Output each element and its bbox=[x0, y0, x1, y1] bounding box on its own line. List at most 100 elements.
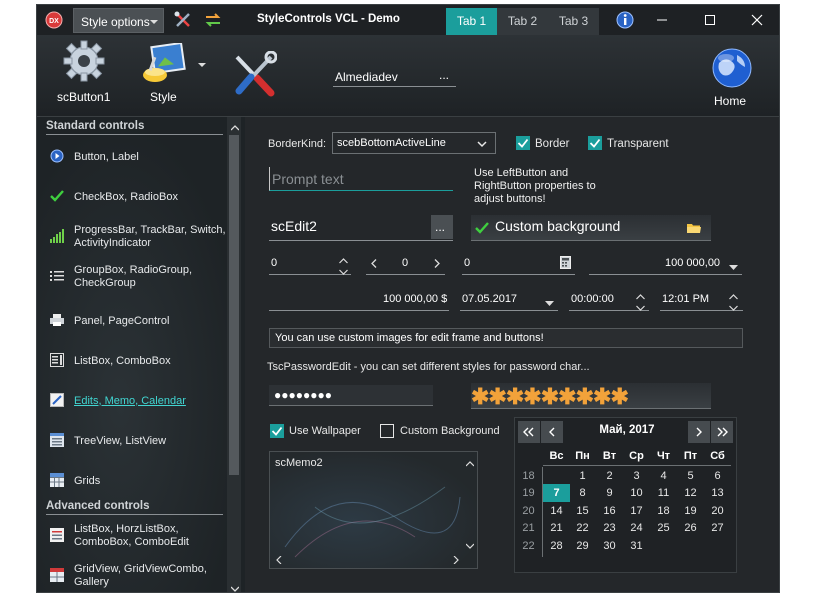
sidebar-item-listbox-advanced[interactable]: ListBox, HorzListBox, ComboBox, ComboEdi… bbox=[45, 520, 225, 552]
calendar-day[interactable]: 16 bbox=[596, 502, 623, 520]
calculator-icon[interactable] bbox=[560, 256, 571, 272]
spin-edit-2[interactable]: 0 bbox=[366, 254, 445, 275]
chevron-right-icon[interactable] bbox=[434, 259, 440, 271]
calendar-day[interactable]: 28 bbox=[543, 537, 570, 555]
scedit2-input[interactable]: scEdit2 ... bbox=[269, 215, 453, 241]
sidebar-item-button-label[interactable]: Button, Label bbox=[45, 141, 225, 173]
calendar-day[interactable]: 9 bbox=[596, 484, 623, 502]
spin-down-icon[interactable] bbox=[339, 266, 348, 278]
custom-background-input[interactable]: Custom background bbox=[471, 215, 711, 241]
scbutton1-button[interactable]: scButton1 bbox=[57, 39, 113, 105]
time-edit-2[interactable]: 12:01 PM bbox=[660, 290, 743, 311]
sidebar-item-grids[interactable]: Grids bbox=[45, 465, 225, 497]
sidebar-item-edits-memo-calendar[interactable]: Edits, Memo, Calendar bbox=[45, 385, 225, 417]
sidebar-item-groupbox[interactable]: GroupBox, RadioGroup, CheckGroup bbox=[45, 261, 225, 293]
custom-images-edit[interactable]: You can use custom images for edit frame… bbox=[269, 328, 743, 348]
calculator-edit[interactable]: 0 bbox=[462, 254, 575, 275]
home-button[interactable]: Home bbox=[709, 39, 755, 111]
sidebar-scrollbar-thumb[interactable] bbox=[229, 135, 239, 475]
calendar-next-month-button[interactable] bbox=[688, 421, 710, 443]
scmemo2[interactable]: scMemo2 bbox=[269, 451, 478, 569]
custom-background-checkbox[interactable] bbox=[380, 424, 394, 438]
chevron-left-icon[interactable] bbox=[371, 259, 377, 271]
calendar-day[interactable]: 8 bbox=[569, 484, 596, 502]
calendar-day[interactable]: 30 bbox=[596, 537, 623, 555]
spin-down-icon[interactable] bbox=[729, 302, 738, 314]
style-button[interactable]: Style bbox=[137, 39, 211, 105]
calendar-day[interactable]: 31 bbox=[623, 537, 650, 555]
month-calendar[interactable]: Май, 2017 Вс Пн Вт Ср Чт Пт Сб 18 1 2 3 4 5 6 19 7 8 9 10 1… bbox=[514, 417, 737, 573]
scroll-up-icon[interactable] bbox=[230, 122, 240, 134]
sidebar-item-progressbar[interactable]: ProgressBar, TrackBar, Switch, ActivityI… bbox=[45, 221, 226, 253]
calendar-day[interactable]: 11 bbox=[650, 484, 677, 502]
style-options-dropdown[interactable]: Style options bbox=[73, 8, 164, 33]
calendar-day[interactable]: 27 bbox=[704, 519, 731, 537]
sidebar-item-panel[interactable]: Panel, PageControl bbox=[45, 305, 225, 337]
tab-1[interactable]: Tab 1 bbox=[446, 8, 497, 35]
scedit2-ellipsis-button[interactable]: ... bbox=[431, 215, 453, 239]
maximize-icon[interactable] bbox=[701, 11, 719, 29]
calendar-day[interactable]: 13 bbox=[704, 484, 731, 502]
time-edit-1[interactable]: 00:00:00 bbox=[569, 290, 649, 311]
calendar-day[interactable]: 5 bbox=[677, 467, 704, 485]
spin-down-icon[interactable] bbox=[636, 302, 645, 314]
calendar-day[interactable]: 20 bbox=[704, 502, 731, 520]
calendar-month-title[interactable]: Май, 2017 bbox=[567, 424, 687, 436]
almediadev-edit[interactable]: Almediadev ... bbox=[333, 68, 456, 87]
border-checkbox[interactable] bbox=[516, 136, 530, 150]
calendar-day[interactable]: 15 bbox=[569, 502, 596, 520]
date-edit[interactable]: 07.05.2017 bbox=[460, 290, 558, 311]
info-icon[interactable] bbox=[614, 9, 636, 31]
calendar-day-today[interactable]: 7 bbox=[543, 484, 570, 503]
transparent-checkbox[interactable] bbox=[588, 136, 602, 150]
calendar-day[interactable]: 4 bbox=[650, 467, 677, 485]
sidebar-item-treeview[interactable]: TreeView, ListView bbox=[45, 425, 225, 457]
money-edit[interactable]: 100 000,00 $ bbox=[269, 290, 449, 311]
borderkind-combobox[interactable]: scebBottomActiveLine bbox=[332, 132, 496, 154]
close-icon[interactable] bbox=[748, 11, 766, 29]
calendar-day[interactable]: 12 bbox=[677, 484, 704, 502]
scroll-down-icon[interactable] bbox=[465, 540, 475, 552]
calendar-day[interactable]: 26 bbox=[677, 519, 704, 537]
calendar-day[interactable]: 14 bbox=[543, 502, 570, 520]
calendar-day[interactable]: 22 bbox=[569, 519, 596, 537]
edit-ellipsis-button[interactable]: ... bbox=[439, 68, 449, 82]
calendar-next-year-button[interactable] bbox=[711, 421, 733, 443]
calendar-day[interactable]: 29 bbox=[569, 537, 596, 555]
minimize-icon[interactable] bbox=[653, 11, 671, 29]
calendar-day[interactable]: 6 bbox=[704, 467, 731, 485]
use-wallpaper-checkbox[interactable] bbox=[270, 424, 284, 438]
sidebar-item-listbox[interactable]: ListBox, ComboBox bbox=[45, 345, 225, 377]
calendar-day[interactable]: 18 bbox=[650, 502, 677, 520]
app-logo-icon[interactable]: DX bbox=[43, 9, 65, 31]
calendar-day[interactable]: 2 bbox=[596, 467, 623, 485]
sidebar-item-gridview[interactable]: GridView, GridViewCombo, Gallery bbox=[45, 560, 225, 592]
sidebar-item-checkbox-radiobox[interactable]: CheckBox, RadioBox bbox=[45, 181, 225, 213]
calendar-day[interactable]: 21 bbox=[543, 519, 570, 537]
calendar-day[interactable]: 10 bbox=[623, 484, 650, 502]
currency-combobox[interactable]: 100 000,00 bbox=[589, 254, 742, 275]
scroll-up-icon[interactable] bbox=[465, 458, 475, 470]
calendar-day[interactable]: 19 bbox=[677, 502, 704, 520]
spin-edit-1[interactable]: 0 bbox=[269, 254, 351, 275]
scroll-right-icon[interactable] bbox=[453, 555, 459, 567]
password-edit-1[interactable]: ●●●●●●●● bbox=[269, 385, 433, 406]
calendar-day[interactable]: 25 bbox=[650, 519, 677, 537]
swap-arrows-icon[interactable] bbox=[202, 9, 224, 31]
calendar-day[interactable]: 23 bbox=[596, 519, 623, 537]
calendar-prev-month-button[interactable] bbox=[541, 421, 563, 443]
calendar-day[interactable]: 17 bbox=[623, 502, 650, 520]
tab-3[interactable]: Tab 3 bbox=[548, 8, 599, 35]
password-edit-2[interactable]: ✱✱✱✱✱✱✱✱✱ bbox=[471, 383, 711, 409]
calendar-day[interactable]: 1 bbox=[569, 467, 596, 485]
calendar-day[interactable]: 3 bbox=[623, 467, 650, 485]
scroll-down-icon[interactable] bbox=[230, 583, 240, 592]
prompt-text-input[interactable]: Prompt text bbox=[269, 167, 453, 191]
calendar-prev-year-button[interactable] bbox=[518, 421, 540, 443]
tools-large-icon[interactable] bbox=[231, 50, 278, 102]
tools-icon[interactable] bbox=[172, 9, 194, 31]
tab-2[interactable]: Tab 2 bbox=[497, 8, 548, 35]
calendar-day[interactable]: 24 bbox=[623, 519, 650, 537]
chevron-down-icon[interactable] bbox=[545, 298, 554, 310]
folder-icon[interactable] bbox=[687, 222, 701, 237]
